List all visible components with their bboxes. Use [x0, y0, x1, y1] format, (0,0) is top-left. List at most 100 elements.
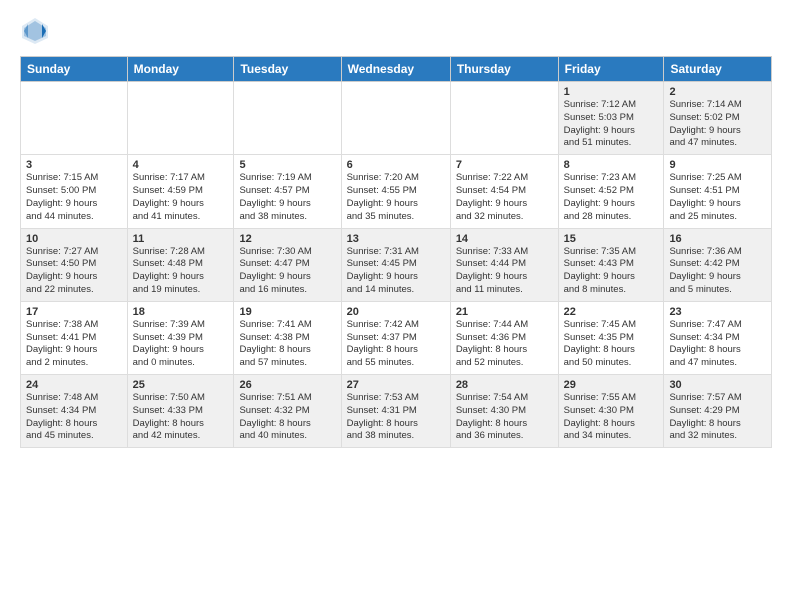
day-number: 26 [239, 379, 335, 391]
calendar-row-0: 1Sunrise: 7:12 AM Sunset: 5:03 PM Daylig… [21, 82, 772, 155]
calendar-cell: 5Sunrise: 7:19 AM Sunset: 4:57 PM Daylig… [234, 155, 341, 228]
day-info: Sunrise: 7:45 AM Sunset: 4:35 PM Dayligh… [564, 319, 659, 370]
day-info: Sunrise: 7:30 AM Sunset: 4:47 PM Dayligh… [239, 246, 335, 297]
day-info: Sunrise: 7:27 AM Sunset: 4:50 PM Dayligh… [26, 246, 122, 297]
day-number: 20 [347, 306, 445, 318]
calendar-cell: 20Sunrise: 7:42 AM Sunset: 4:37 PM Dayli… [341, 301, 450, 374]
calendar-cell: 7Sunrise: 7:22 AM Sunset: 4:54 PM Daylig… [450, 155, 558, 228]
calendar-cell: 19Sunrise: 7:41 AM Sunset: 4:38 PM Dayli… [234, 301, 341, 374]
calendar-cell: 2Sunrise: 7:14 AM Sunset: 5:02 PM Daylig… [664, 82, 772, 155]
day-number: 15 [564, 233, 659, 245]
day-info: Sunrise: 7:28 AM Sunset: 4:48 PM Dayligh… [133, 246, 229, 297]
calendar-cell: 11Sunrise: 7:28 AM Sunset: 4:48 PM Dayli… [127, 228, 234, 301]
calendar-cell: 6Sunrise: 7:20 AM Sunset: 4:55 PM Daylig… [341, 155, 450, 228]
day-number: 18 [133, 306, 229, 318]
day-info: Sunrise: 7:41 AM Sunset: 4:38 PM Dayligh… [239, 319, 335, 370]
day-number: 13 [347, 233, 445, 245]
day-number: 30 [669, 379, 766, 391]
calendar-cell: 18Sunrise: 7:39 AM Sunset: 4:39 PM Dayli… [127, 301, 234, 374]
calendar-cell: 9Sunrise: 7:25 AM Sunset: 4:51 PM Daylig… [664, 155, 772, 228]
day-info: Sunrise: 7:14 AM Sunset: 5:02 PM Dayligh… [669, 99, 766, 150]
calendar-cell: 12Sunrise: 7:30 AM Sunset: 4:47 PM Dayli… [234, 228, 341, 301]
calendar-cell: 14Sunrise: 7:33 AM Sunset: 4:44 PM Dayli… [450, 228, 558, 301]
day-number: 9 [669, 159, 766, 171]
page: SundayMondayTuesdayWednesdayThursdayFrid… [0, 0, 792, 612]
day-number: 12 [239, 233, 335, 245]
day-number: 3 [26, 159, 122, 171]
day-number: 5 [239, 159, 335, 171]
day-number: 27 [347, 379, 445, 391]
calendar-row-4: 24Sunrise: 7:48 AM Sunset: 4:34 PM Dayli… [21, 375, 772, 448]
day-number: 19 [239, 306, 335, 318]
calendar-cell: 4Sunrise: 7:17 AM Sunset: 4:59 PM Daylig… [127, 155, 234, 228]
day-info: Sunrise: 7:22 AM Sunset: 4:54 PM Dayligh… [456, 172, 553, 223]
day-info: Sunrise: 7:25 AM Sunset: 4:51 PM Dayligh… [669, 172, 766, 223]
day-number: 11 [133, 233, 229, 245]
day-number: 29 [564, 379, 659, 391]
day-number: 24 [26, 379, 122, 391]
calendar-row-1: 3Sunrise: 7:15 AM Sunset: 5:00 PM Daylig… [21, 155, 772, 228]
calendar-table: SundayMondayTuesdayWednesdayThursdayFrid… [20, 56, 772, 448]
calendar-cell: 27Sunrise: 7:53 AM Sunset: 4:31 PM Dayli… [341, 375, 450, 448]
day-info: Sunrise: 7:54 AM Sunset: 4:30 PM Dayligh… [456, 392, 553, 443]
logo-icon [20, 16, 50, 46]
header [20, 16, 772, 46]
day-info: Sunrise: 7:44 AM Sunset: 4:36 PM Dayligh… [456, 319, 553, 370]
weekday-header-wednesday: Wednesday [341, 57, 450, 82]
calendar-cell [21, 82, 128, 155]
calendar-cell [341, 82, 450, 155]
calendar-row-2: 10Sunrise: 7:27 AM Sunset: 4:50 PM Dayli… [21, 228, 772, 301]
weekday-header-thursday: Thursday [450, 57, 558, 82]
day-info: Sunrise: 7:23 AM Sunset: 4:52 PM Dayligh… [564, 172, 659, 223]
day-info: Sunrise: 7:39 AM Sunset: 4:39 PM Dayligh… [133, 319, 229, 370]
day-number: 8 [564, 159, 659, 171]
weekday-header-friday: Friday [558, 57, 664, 82]
day-info: Sunrise: 7:20 AM Sunset: 4:55 PM Dayligh… [347, 172, 445, 223]
day-info: Sunrise: 7:17 AM Sunset: 4:59 PM Dayligh… [133, 172, 229, 223]
calendar-cell: 29Sunrise: 7:55 AM Sunset: 4:30 PM Dayli… [558, 375, 664, 448]
day-info: Sunrise: 7:53 AM Sunset: 4:31 PM Dayligh… [347, 392, 445, 443]
calendar-cell: 16Sunrise: 7:36 AM Sunset: 4:42 PM Dayli… [664, 228, 772, 301]
calendar-cell [127, 82, 234, 155]
day-info: Sunrise: 7:57 AM Sunset: 4:29 PM Dayligh… [669, 392, 766, 443]
calendar-row-3: 17Sunrise: 7:38 AM Sunset: 4:41 PM Dayli… [21, 301, 772, 374]
weekday-header-sunday: Sunday [21, 57, 128, 82]
calendar-cell: 22Sunrise: 7:45 AM Sunset: 4:35 PM Dayli… [558, 301, 664, 374]
calendar-cell [234, 82, 341, 155]
weekday-header-tuesday: Tuesday [234, 57, 341, 82]
day-number: 23 [669, 306, 766, 318]
day-info: Sunrise: 7:35 AM Sunset: 4:43 PM Dayligh… [564, 246, 659, 297]
day-number: 25 [133, 379, 229, 391]
day-info: Sunrise: 7:38 AM Sunset: 4:41 PM Dayligh… [26, 319, 122, 370]
day-number: 17 [26, 306, 122, 318]
day-info: Sunrise: 7:42 AM Sunset: 4:37 PM Dayligh… [347, 319, 445, 370]
calendar-cell: 8Sunrise: 7:23 AM Sunset: 4:52 PM Daylig… [558, 155, 664, 228]
day-info: Sunrise: 7:36 AM Sunset: 4:42 PM Dayligh… [669, 246, 766, 297]
calendar-cell: 21Sunrise: 7:44 AM Sunset: 4:36 PM Dayli… [450, 301, 558, 374]
day-number: 4 [133, 159, 229, 171]
calendar-cell: 1Sunrise: 7:12 AM Sunset: 5:03 PM Daylig… [558, 82, 664, 155]
calendar-cell: 10Sunrise: 7:27 AM Sunset: 4:50 PM Dayli… [21, 228, 128, 301]
day-number: 28 [456, 379, 553, 391]
calendar-cell: 15Sunrise: 7:35 AM Sunset: 4:43 PM Dayli… [558, 228, 664, 301]
day-info: Sunrise: 7:55 AM Sunset: 4:30 PM Dayligh… [564, 392, 659, 443]
day-number: 2 [669, 86, 766, 98]
day-info: Sunrise: 7:50 AM Sunset: 4:33 PM Dayligh… [133, 392, 229, 443]
day-info: Sunrise: 7:47 AM Sunset: 4:34 PM Dayligh… [669, 319, 766, 370]
day-number: 10 [26, 233, 122, 245]
calendar-cell: 3Sunrise: 7:15 AM Sunset: 5:00 PM Daylig… [21, 155, 128, 228]
day-info: Sunrise: 7:15 AM Sunset: 5:00 PM Dayligh… [26, 172, 122, 223]
day-number: 16 [669, 233, 766, 245]
day-info: Sunrise: 7:48 AM Sunset: 4:34 PM Dayligh… [26, 392, 122, 443]
calendar-cell: 24Sunrise: 7:48 AM Sunset: 4:34 PM Dayli… [21, 375, 128, 448]
calendar-cell: 30Sunrise: 7:57 AM Sunset: 4:29 PM Dayli… [664, 375, 772, 448]
day-number: 21 [456, 306, 553, 318]
day-number: 6 [347, 159, 445, 171]
day-number: 7 [456, 159, 553, 171]
day-number: 22 [564, 306, 659, 318]
calendar-cell: 13Sunrise: 7:31 AM Sunset: 4:45 PM Dayli… [341, 228, 450, 301]
day-info: Sunrise: 7:33 AM Sunset: 4:44 PM Dayligh… [456, 246, 553, 297]
day-number: 14 [456, 233, 553, 245]
day-info: Sunrise: 7:12 AM Sunset: 5:03 PM Dayligh… [564, 99, 659, 150]
calendar-cell: 28Sunrise: 7:54 AM Sunset: 4:30 PM Dayli… [450, 375, 558, 448]
